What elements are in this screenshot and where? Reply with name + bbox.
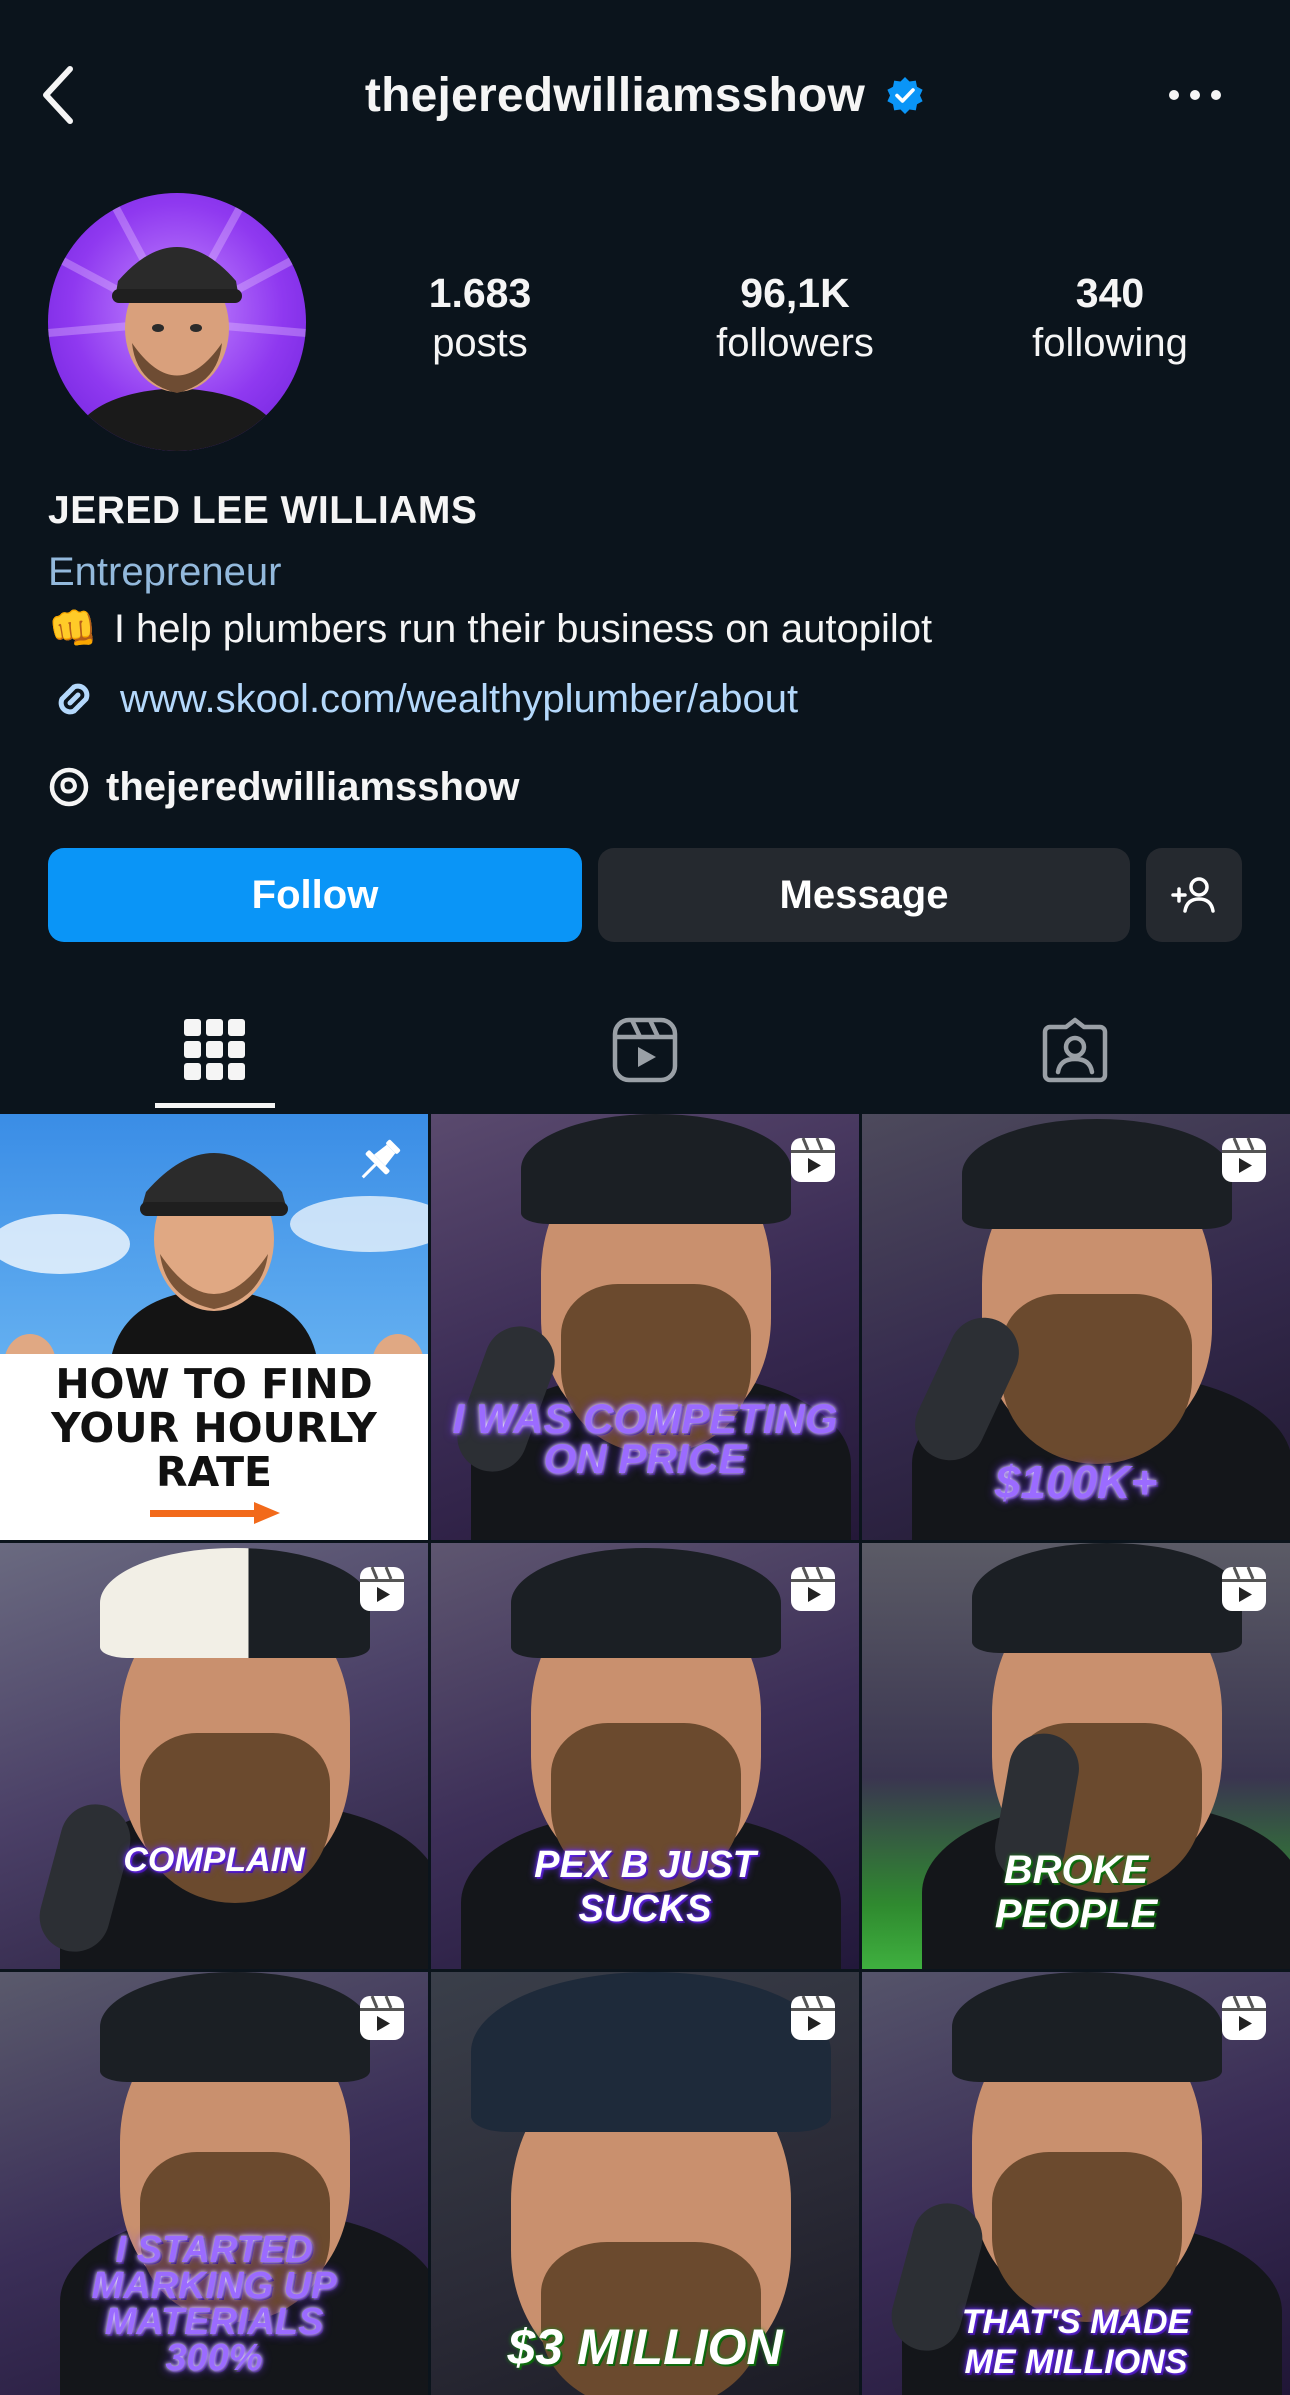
reel-icon	[791, 1566, 835, 1611]
followers-label: followers	[716, 321, 874, 365]
person-cap	[972, 1543, 1242, 1653]
post-caption: I WAS COMPETING ON PRICE	[452, 1395, 838, 1482]
post-caption: PEX B JUST SUCKS	[534, 1844, 756, 1930]
post-caption: COMPLAIN	[123, 1841, 305, 1879]
grid-icon	[184, 1019, 245, 1080]
following-label: following	[1032, 321, 1188, 365]
reel-icon	[791, 1995, 835, 2040]
bio-description: I help plumbers run their business on au…	[113, 607, 933, 651]
category-label: Entrepreneur	[48, 550, 282, 594]
post-tile-2[interactable]: I WAS COMPETING ON PRICE	[431, 1114, 859, 1540]
profile-tabs	[0, 990, 1290, 1110]
post-caption: $3 MILLION	[507, 2319, 783, 2375]
username: thejeredwilliamsshow	[364, 68, 866, 122]
post-tile-6[interactable]: BROKE PEOPLE	[862, 1543, 1290, 1969]
website-url: www.skool.com/wealthyplumber/about	[120, 677, 799, 721]
post-tile-3[interactable]: $100K+	[862, 1114, 1290, 1540]
person-cap	[962, 1119, 1232, 1229]
pin-icon	[361, 1139, 401, 1179]
person-cap	[952, 1972, 1222, 2082]
post-tile-7[interactable]: I STARTED MARKING UP MATERIALS 300%	[0, 1972, 428, 2395]
reel-icon	[360, 1995, 404, 2040]
post-caption: $100K+	[994, 1456, 1158, 1508]
username-header: thejeredwilliamsshow	[0, 60, 1290, 130]
display-name: JERED LEE WILLIAMS	[48, 489, 478, 532]
following-stat[interactable]: 340 following	[980, 268, 1240, 368]
reels-icon	[612, 1017, 678, 1083]
follow-button[interactable]: Follow	[48, 848, 582, 942]
tab-reels[interactable]	[430, 990, 860, 1110]
suggested-users-button[interactable]	[1146, 848, 1242, 942]
fist-emoji: 👊	[48, 606, 98, 652]
threads-icon	[49, 767, 89, 807]
posts-grid: HOW TO FIND YOUR HOURLY RATE I WAS COMPE…	[0, 1114, 1290, 2395]
post-caption: BROKE PEOPLE	[994, 1848, 1158, 1936]
post-caption: I STARTED MARKING UP MATERIALS 300%	[91, 2229, 337, 2379]
followers-stat[interactable]: 96,1K followers	[665, 268, 925, 368]
threads-handle: thejeredwilliamsshow	[106, 765, 520, 809]
link-icon	[58, 683, 90, 715]
reel-icon	[360, 1566, 404, 1611]
profile-actions: Follow Message	[48, 848, 1242, 942]
person-beard	[1002, 1294, 1192, 1464]
more-options-button[interactable]	[1160, 70, 1230, 120]
person-cap	[100, 1548, 370, 1658]
add-user-icon	[1171, 877, 1215, 913]
profile-bio: JERED LEE WILLIAMS Entrepreneur 👊 I help…	[48, 485, 1248, 815]
more-horizontal-icon	[1169, 90, 1221, 100]
posts-count: 1.683	[428, 270, 532, 316]
posts-label: posts	[432, 321, 528, 365]
reel-icon	[1222, 1566, 1266, 1611]
reel-icon	[1222, 1137, 1266, 1182]
message-button[interactable]: Message	[598, 848, 1130, 942]
posts-stat[interactable]: 1.683 posts	[350, 268, 610, 368]
post-tile-8[interactable]: $3 MILLION	[431, 1972, 859, 2395]
reel-icon	[791, 1137, 835, 1182]
post-tile-4[interactable]: COMPLAIN	[0, 1543, 428, 1969]
post-tile-9[interactable]: THAT'S MADE ME MILLIONS	[862, 1972, 1290, 2395]
person-cap	[471, 1972, 831, 2132]
threads-badge[interactable]: thejeredwilliamsshow	[48, 759, 1248, 815]
profile-stats: 1.683 posts 96,1K followers 340 followin…	[350, 268, 1250, 378]
tab-tagged[interactable]	[860, 990, 1290, 1110]
bio-text: 👊 I help plumbers run their business on …	[48, 601, 1248, 657]
post-tile-1[interactable]: HOW TO FIND YOUR HOURLY RATE	[0, 1114, 428, 1540]
post-caption: HOW TO FIND YOUR HOURLY RATE	[51, 1360, 377, 1496]
profile-avatar[interactable]	[48, 193, 306, 451]
person-cap	[521, 1114, 791, 1224]
top-bar: thejeredwilliamsshow	[0, 0, 1290, 190]
website-link[interactable]: www.skool.com/wealthyplumber/about	[48, 671, 1248, 727]
following-count: 340	[1075, 270, 1145, 316]
reel-icon	[1222, 1995, 1266, 2040]
verified-badge-icon	[887, 77, 923, 114]
post-caption: THAT'S MADE ME MILLIONS	[961, 2303, 1191, 2381]
profile-photo	[48, 193, 306, 451]
tagged-icon	[1042, 1017, 1108, 1083]
followers-count: 96,1K	[740, 270, 850, 316]
active-tab-indicator	[155, 1103, 275, 1108]
person-beard	[992, 2152, 1182, 2322]
person-cap	[100, 1972, 370, 2082]
arrow-icon	[150, 1502, 280, 1524]
tab-posts[interactable]	[0, 990, 430, 1110]
post-tile-5[interactable]: PEX B JUST SUCKS	[431, 1543, 859, 1969]
person-cap	[511, 1548, 781, 1658]
